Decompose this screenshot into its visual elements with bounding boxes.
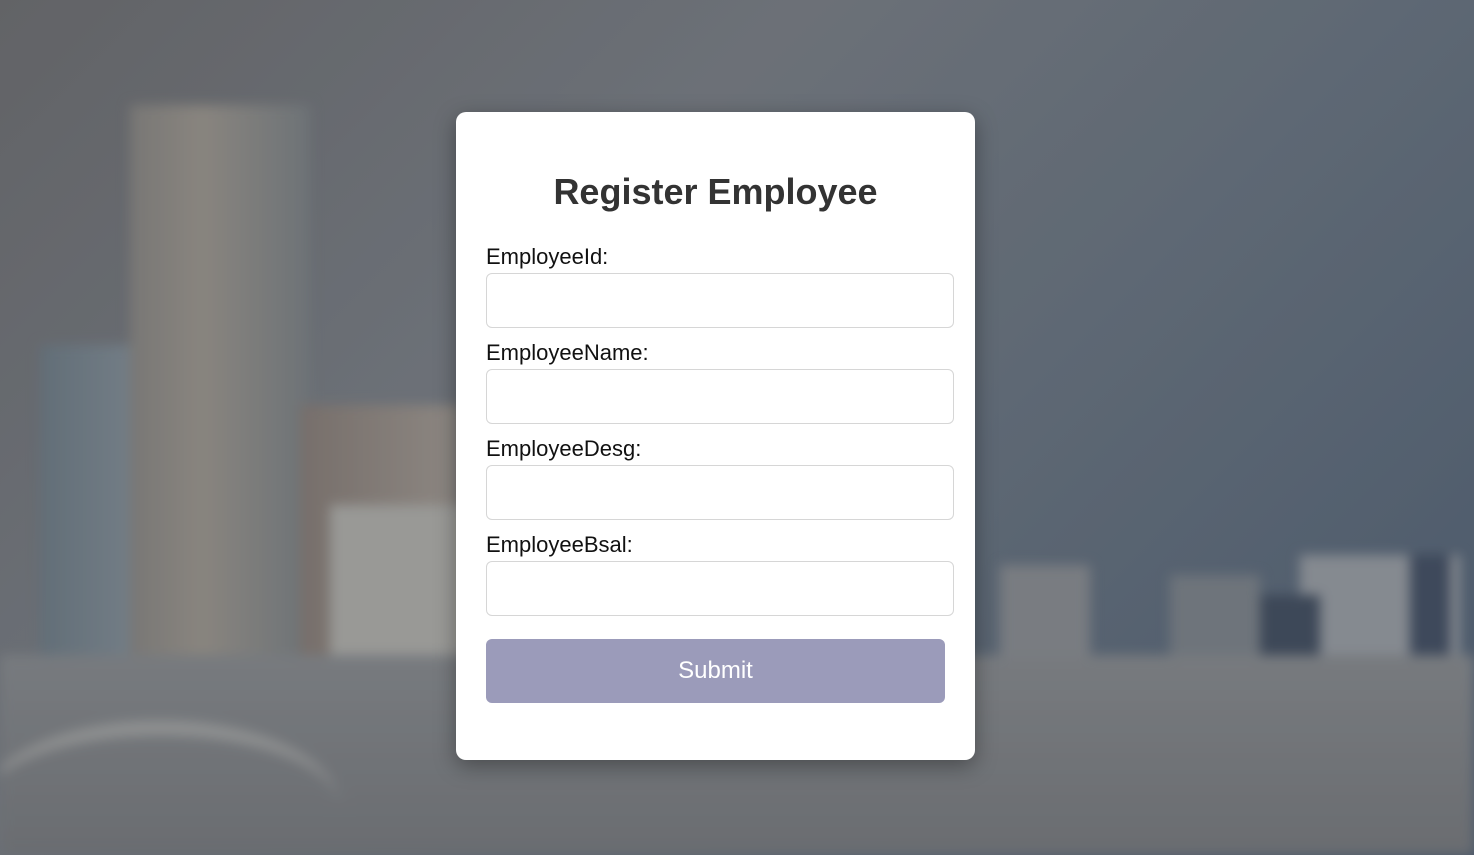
employee-desg-field-group: EmployeeDesg:: [486, 436, 954, 520]
employee-bsal-field-group: EmployeeBsal:: [486, 532, 954, 616]
employee-bsal-input[interactable]: [486, 561, 954, 616]
employee-name-field-group: EmployeeName:: [486, 340, 954, 424]
employee-id-input[interactable]: [486, 273, 954, 328]
submit-button[interactable]: Submit: [486, 639, 945, 703]
register-employee-form: Register Employee EmployeeId: EmployeeNa…: [456, 112, 975, 760]
employee-name-label: EmployeeName:: [486, 340, 649, 365]
employee-bsal-label: EmployeeBsal:: [486, 532, 633, 557]
employee-name-input[interactable]: [486, 369, 954, 424]
employee-desg-input[interactable]: [486, 465, 954, 520]
form-title: Register Employee: [553, 171, 878, 212]
employee-desg-label: EmployeeDesg:: [486, 436, 642, 461]
employee-id-field-group: EmployeeId:: [486, 244, 954, 328]
employee-id-label: EmployeeId:: [486, 244, 609, 269]
